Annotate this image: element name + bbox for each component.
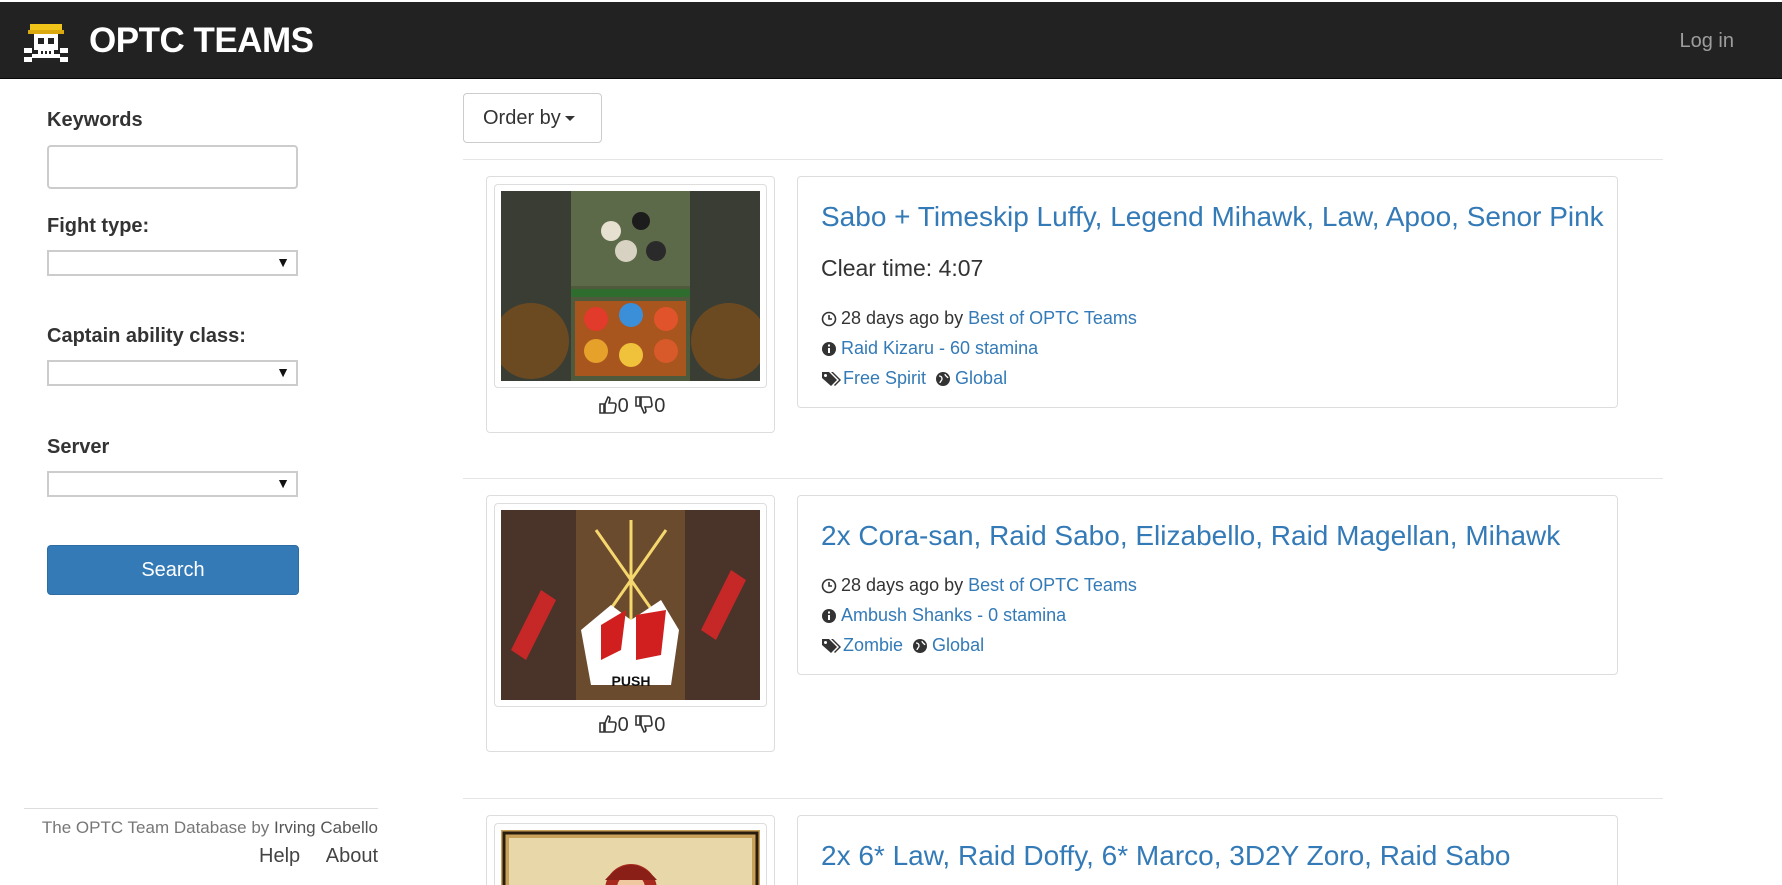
- thumbs-down-icon[interactable]: [634, 714, 654, 734]
- clock-icon: [821, 311, 837, 327]
- dislike-count: 0: [654, 714, 666, 736]
- clear-time: Clear time: 4:07: [821, 255, 984, 281]
- footer-author-link[interactable]: Irving Cabello: [274, 818, 378, 837]
- globe-icon: [936, 372, 951, 386]
- divider: [463, 478, 1663, 479]
- dropdown-arrow-icon: ▼: [276, 254, 290, 270]
- divider: [463, 798, 1663, 799]
- team-thumbnail-card: 0 0: [486, 176, 775, 433]
- fight-type-label: Fight type:: [47, 215, 150, 237]
- tags-line: Zombie Global: [821, 634, 984, 656]
- team-thumbnail-card: [486, 815, 775, 885]
- thumbs-down-icon[interactable]: [634, 395, 654, 415]
- team-info-card: 2x 6* Law, Raid Doffy, 6* Marco, 3D2Y Zo…: [797, 815, 1618, 885]
- author-link[interactable]: Best of OPTC Teams: [968, 575, 1137, 595]
- keywords-label: Keywords: [47, 109, 143, 131]
- login-link[interactable]: Log in: [1680, 30, 1735, 53]
- footer-divider: [24, 808, 378, 809]
- team-title-link[interactable]: 2x Cora-san, Raid Sabo, Elizabello, Raid…: [821, 520, 1560, 552]
- fight-type-select[interactable]: ▼: [47, 250, 298, 276]
- dropdown-arrow-icon: ▼: [276, 475, 290, 491]
- server-link[interactable]: Global: [955, 368, 1007, 388]
- team-thumbnail-card: PUSH 0 0: [486, 495, 775, 752]
- team-info-card: 2x Cora-san, Raid Sabo, Elizabello, Raid…: [797, 495, 1618, 675]
- thumbs-up-icon[interactable]: [598, 714, 618, 734]
- team-screenshot-image[interactable]: PUSH: [501, 510, 760, 700]
- server-select[interactable]: ▼: [47, 471, 298, 497]
- keywords-input[interactable]: [47, 145, 298, 189]
- dislike-count: 0: [654, 395, 666, 417]
- caret-down-icon: [564, 116, 575, 122]
- globe-icon: [913, 639, 928, 653]
- tags-icon: [822, 372, 841, 386]
- stage-line: Raid Kizaru - 60 stamina: [821, 337, 1038, 359]
- help-link[interactable]: Help: [259, 845, 300, 867]
- about-link[interactable]: About: [326, 845, 378, 867]
- tags-line: Free Spirit Global: [821, 367, 1007, 389]
- posted-line: 28 days ago by Best of OPTC Teams: [821, 574, 1137, 596]
- info-icon: [822, 609, 836, 623]
- team-thumbnail-frame[interactable]: [494, 184, 767, 388]
- server-label: Server: [47, 436, 110, 458]
- brand-title[interactable]: OPTC TEAMS: [89, 20, 314, 62]
- team-title-link[interactable]: 2x 6* Law, Raid Doffy, 6* Marco, 3D2Y Zo…: [821, 840, 1510, 872]
- captain-class-select[interactable]: ▼: [47, 360, 298, 386]
- team-info-card: Sabo + Timeskip Luffy, Legend Mihawk, La…: [797, 176, 1618, 408]
- vote-row: 0 0: [487, 714, 776, 737]
- order-by-dropdown[interactable]: Order by: [463, 93, 602, 143]
- skull-logo-icon[interactable]: [24, 24, 68, 62]
- tag-link[interactable]: Zombie: [843, 635, 903, 655]
- team-title-link[interactable]: Sabo + Timeskip Luffy, Legend Mihawk, La…: [821, 201, 1604, 233]
- dropdown-arrow-icon: ▼: [276, 364, 290, 380]
- like-count: 0: [617, 714, 629, 736]
- tags-icon: [822, 639, 841, 653]
- divider: [463, 159, 1663, 160]
- info-icon: [822, 342, 836, 356]
- vote-row: 0 0: [487, 395, 776, 418]
- stage-line: Ambush Shanks - 0 stamina: [821, 604, 1066, 626]
- time-ago: 28 days ago by: [841, 575, 964, 595]
- thumbs-up-icon[interactable]: [598, 395, 618, 415]
- team-thumbnail-frame[interactable]: [494, 823, 767, 885]
- team-screenshot-image[interactable]: [501, 830, 760, 885]
- team-screenshot-image[interactable]: [501, 191, 760, 381]
- search-sidebar: Keywords Fight type: ▼ Captain ability c…: [0, 79, 400, 885]
- team-thumbnail-frame[interactable]: PUSH: [494, 503, 767, 707]
- search-button[interactable]: Search: [47, 545, 299, 595]
- footer-credit-text: The OPTC Team Database by: [41, 818, 270, 837]
- stage-link[interactable]: Raid Kizaru - 60 stamina: [841, 338, 1038, 358]
- posted-line: 28 days ago by Best of OPTC Teams: [821, 307, 1137, 329]
- server-link[interactable]: Global: [932, 635, 984, 655]
- captain-class-label: Captain ability class:: [47, 325, 246, 347]
- footer-credit: The OPTC Team Database by Irving Cabello: [24, 818, 378, 838]
- footer-links: Help About: [24, 845, 378, 868]
- author-link[interactable]: Best of OPTC Teams: [968, 308, 1137, 328]
- clock-icon: [821, 578, 837, 594]
- push-text: PUSH: [612, 673, 651, 689]
- order-by-label: Order by: [483, 107, 561, 129]
- stage-link[interactable]: Ambush Shanks - 0 stamina: [841, 605, 1066, 625]
- like-count: 0: [617, 395, 629, 417]
- tag-link[interactable]: Free Spirit: [843, 368, 926, 388]
- time-ago: 28 days ago by: [841, 308, 964, 328]
- navbar: OPTC TEAMS Log in: [0, 0, 1782, 79]
